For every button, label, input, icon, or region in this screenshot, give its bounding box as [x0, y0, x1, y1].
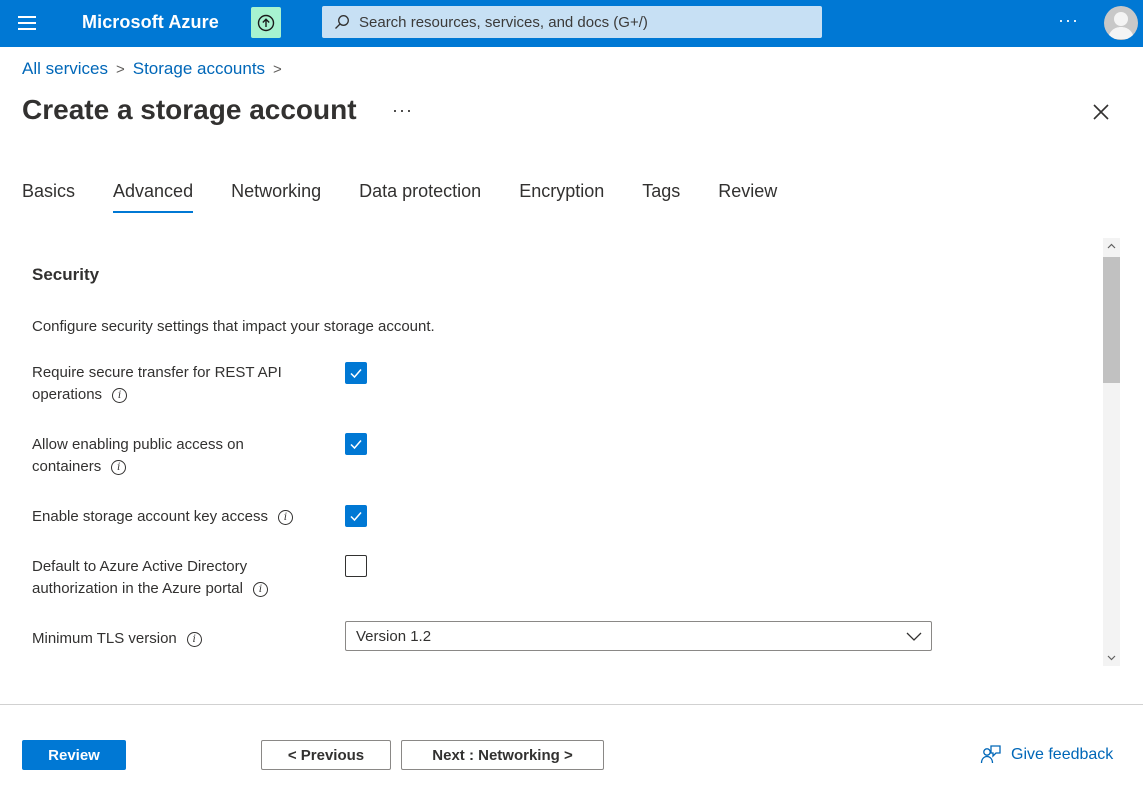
- info-icon[interactable]: i: [252, 581, 268, 597]
- brand-title[interactable]: Microsoft Azure: [82, 12, 219, 33]
- global-search[interactable]: [322, 6, 822, 38]
- tab-data-protection[interactable]: Data protection: [359, 181, 481, 213]
- title-more-icon[interactable]: ···: [392, 100, 413, 121]
- info-icon[interactable]: i: [111, 459, 127, 475]
- public-access-checkbox[interactable]: [345, 433, 367, 455]
- breadcrumb: All services > Storage accounts >: [22, 59, 290, 79]
- wizard-tabs: Basics Advanced Networking Data protecti…: [22, 181, 815, 213]
- tab-tags[interactable]: Tags: [642, 181, 680, 213]
- section-title: Security: [32, 265, 100, 284]
- breadcrumb-separator: >: [273, 60, 282, 78]
- aad-default-checkbox[interactable]: [345, 555, 367, 577]
- tls-version-select[interactable]: Version 1.2: [345, 621, 932, 651]
- footer-divider: [0, 704, 1143, 705]
- close-icon[interactable]: [1090, 101, 1112, 123]
- secure-transfer-label: Require secure transfer for REST API ope…: [32, 364, 282, 403]
- search-icon: [335, 15, 349, 29]
- tls-version-label: Minimum TLS version i: [32, 628, 332, 650]
- chevron-down-icon: [906, 632, 922, 641]
- feedback-label[interactable]: Give feedback: [1011, 746, 1113, 764]
- page-title: Create a storage account: [22, 94, 357, 125]
- avatar-icon[interactable]: [1104, 6, 1138, 40]
- info-icon[interactable]: i: [277, 509, 293, 525]
- scroll-up-icon[interactable]: [1103, 238, 1120, 255]
- tab-basics[interactable]: Basics: [22, 181, 75, 213]
- tab-review[interactable]: Review: [718, 181, 777, 213]
- breadcrumb-separator: >: [115, 60, 125, 78]
- section-description: Configure security settings that impact …: [32, 318, 435, 335]
- more-options-icon[interactable]: ···: [1058, 10, 1079, 31]
- hamburger-menu-icon[interactable]: [14, 12, 40, 34]
- upgrade-icon[interactable]: [251, 7, 281, 38]
- content-scrollbar[interactable]: [1103, 238, 1120, 666]
- tab-encryption[interactable]: Encryption: [519, 181, 604, 213]
- review-button[interactable]: Review: [22, 740, 126, 770]
- secure-transfer-checkbox[interactable]: [345, 362, 367, 384]
- feedback-icon: [980, 745, 1001, 764]
- next-networking-button[interactable]: Next : Networking >: [401, 740, 604, 770]
- info-icon[interactable]: i: [186, 631, 202, 647]
- key-access-checkbox[interactable]: [345, 505, 367, 527]
- top-navigation-bar: Microsoft Azure ···: [0, 0, 1143, 47]
- key-access-label: Enable storage account key access i: [32, 506, 332, 528]
- breadcrumb-all-services[interactable]: All services: [22, 59, 108, 79]
- tab-advanced[interactable]: Advanced: [113, 181, 194, 213]
- scroll-down-icon[interactable]: [1103, 649, 1120, 666]
- search-input[interactable]: [359, 13, 819, 31]
- info-icon[interactable]: i: [112, 387, 128, 403]
- advanced-tab-content: Security Configure security settings tha…: [0, 236, 1100, 666]
- previous-button[interactable]: < Previous: [261, 740, 391, 770]
- public-access-label: Allow enabling public access on containe…: [32, 436, 244, 475]
- scroll-thumb[interactable]: [1103, 257, 1120, 383]
- tab-networking[interactable]: Networking: [231, 181, 321, 213]
- give-feedback-link[interactable]: Give feedback: [980, 744, 1113, 766]
- aad-default-label: Default to Azure Active Directory author…: [32, 556, 332, 600]
- breadcrumb-storage-accounts[interactable]: Storage accounts: [133, 59, 265, 79]
- tls-version-value: Version 1.2: [356, 628, 432, 645]
